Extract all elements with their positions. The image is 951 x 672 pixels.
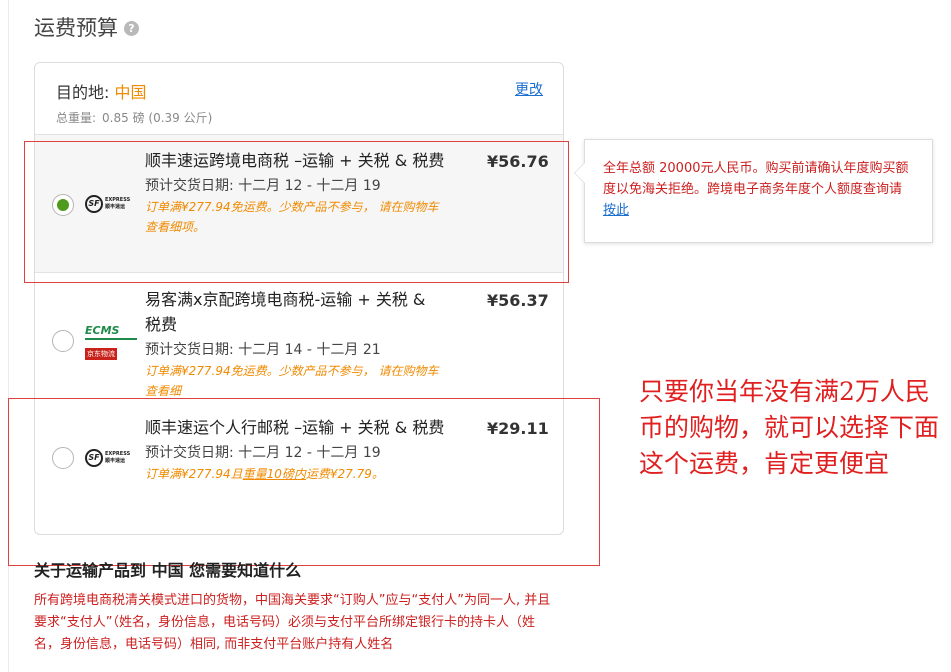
annotation-box-cheaper-option [8,398,600,566]
jd-logistics-mark: 京东物流 [85,348,117,360]
annotation-box-first-option [24,141,569,283]
total-weight: 总重量: 0.85 磅 (0.39 公斤) [56,109,563,126]
annual-quota-tooltip: 全年总额 20000元人民币。购买前请确认年度购买额度以免海关拒绝。跨境电子商务… [574,139,933,243]
page-left-divider [8,0,9,672]
weight-label: 总重量: [56,111,97,125]
ecms-jd-logo: ECMS 京东物流 [85,324,137,360]
quota-lookup-link[interactable]: 按此 [603,203,629,218]
info-heading: 关于运输产品到 中国 您需要知道什么 [34,561,302,580]
option-promo: 订单满¥277.94免运费。少数产品不参与， 请在购物车查看细 [145,364,439,398]
option-radio[interactable] [52,330,74,352]
destination-label: 目的地: [56,83,110,102]
destination-line: 目的地: 中国 [56,79,563,103]
tooltip-text: 全年总额 20000元人民币。购买前请确认年度购买额度以免海关拒绝。跨境电子商务… [603,161,909,197]
destination-section: 目的地: 中国 总重量: 0.85 磅 (0.39 公斤) 更改 [35,63,563,135]
option-price: ¥56.37 [487,291,549,310]
option-details: 易客满x京配跨境电商税-运输 + 关税 & 税费 预计交货日期: 十二月 14 … [145,287,445,401]
change-destination-link[interactable]: 更改 [515,79,543,99]
help-icon[interactable]: ? [124,21,139,36]
shipping-option-ecms-jd[interactable]: ECMS 京东物流 易客满x京配跨境电商税-运输 + 关税 & 税费 预计交货日… [35,273,563,399]
ecms-wordmark: ECMS [85,324,120,337]
ecms-divider [85,338,137,340]
handwritten-annotation: 只要你当年没有满2万人民币的购物，就可以选择下面这个运费，肯定更便宜 [639,377,940,478]
info-text: 所有跨境电商税清关模式进口的货物，中国海关要求“订购人”应与“支付人”为同一人,… [34,593,551,652]
option-delivery-date: 预计交货日期: 十二月 14 - 十二月 21 [145,342,381,358]
page-title: 运费预算 ? [34,12,139,42]
weight-value: 0.85 磅 (0.39 公斤) [102,111,213,125]
option-name: 易客满x京配跨境电商税-运输 + 关税 & 税费 [145,290,426,334]
destination-country: 中国 [114,83,147,102]
page-title-text: 运费预算 [34,16,118,40]
